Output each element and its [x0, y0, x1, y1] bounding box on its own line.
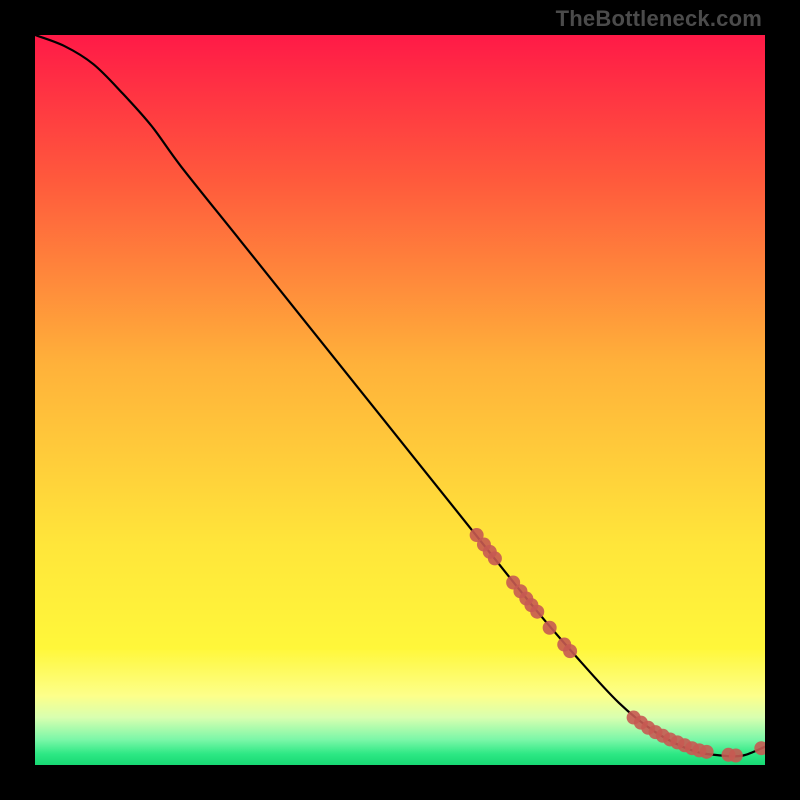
highlight-point	[543, 621, 557, 635]
watermark-text: TheBottleneck.com	[556, 6, 762, 32]
chart-frame	[35, 35, 765, 765]
highlight-point	[729, 749, 743, 763]
chart-background	[35, 35, 765, 765]
highlight-point	[700, 745, 714, 759]
chart-plot	[35, 35, 765, 765]
highlight-point	[563, 644, 577, 658]
highlight-point	[530, 605, 544, 619]
highlight-point	[488, 551, 502, 565]
